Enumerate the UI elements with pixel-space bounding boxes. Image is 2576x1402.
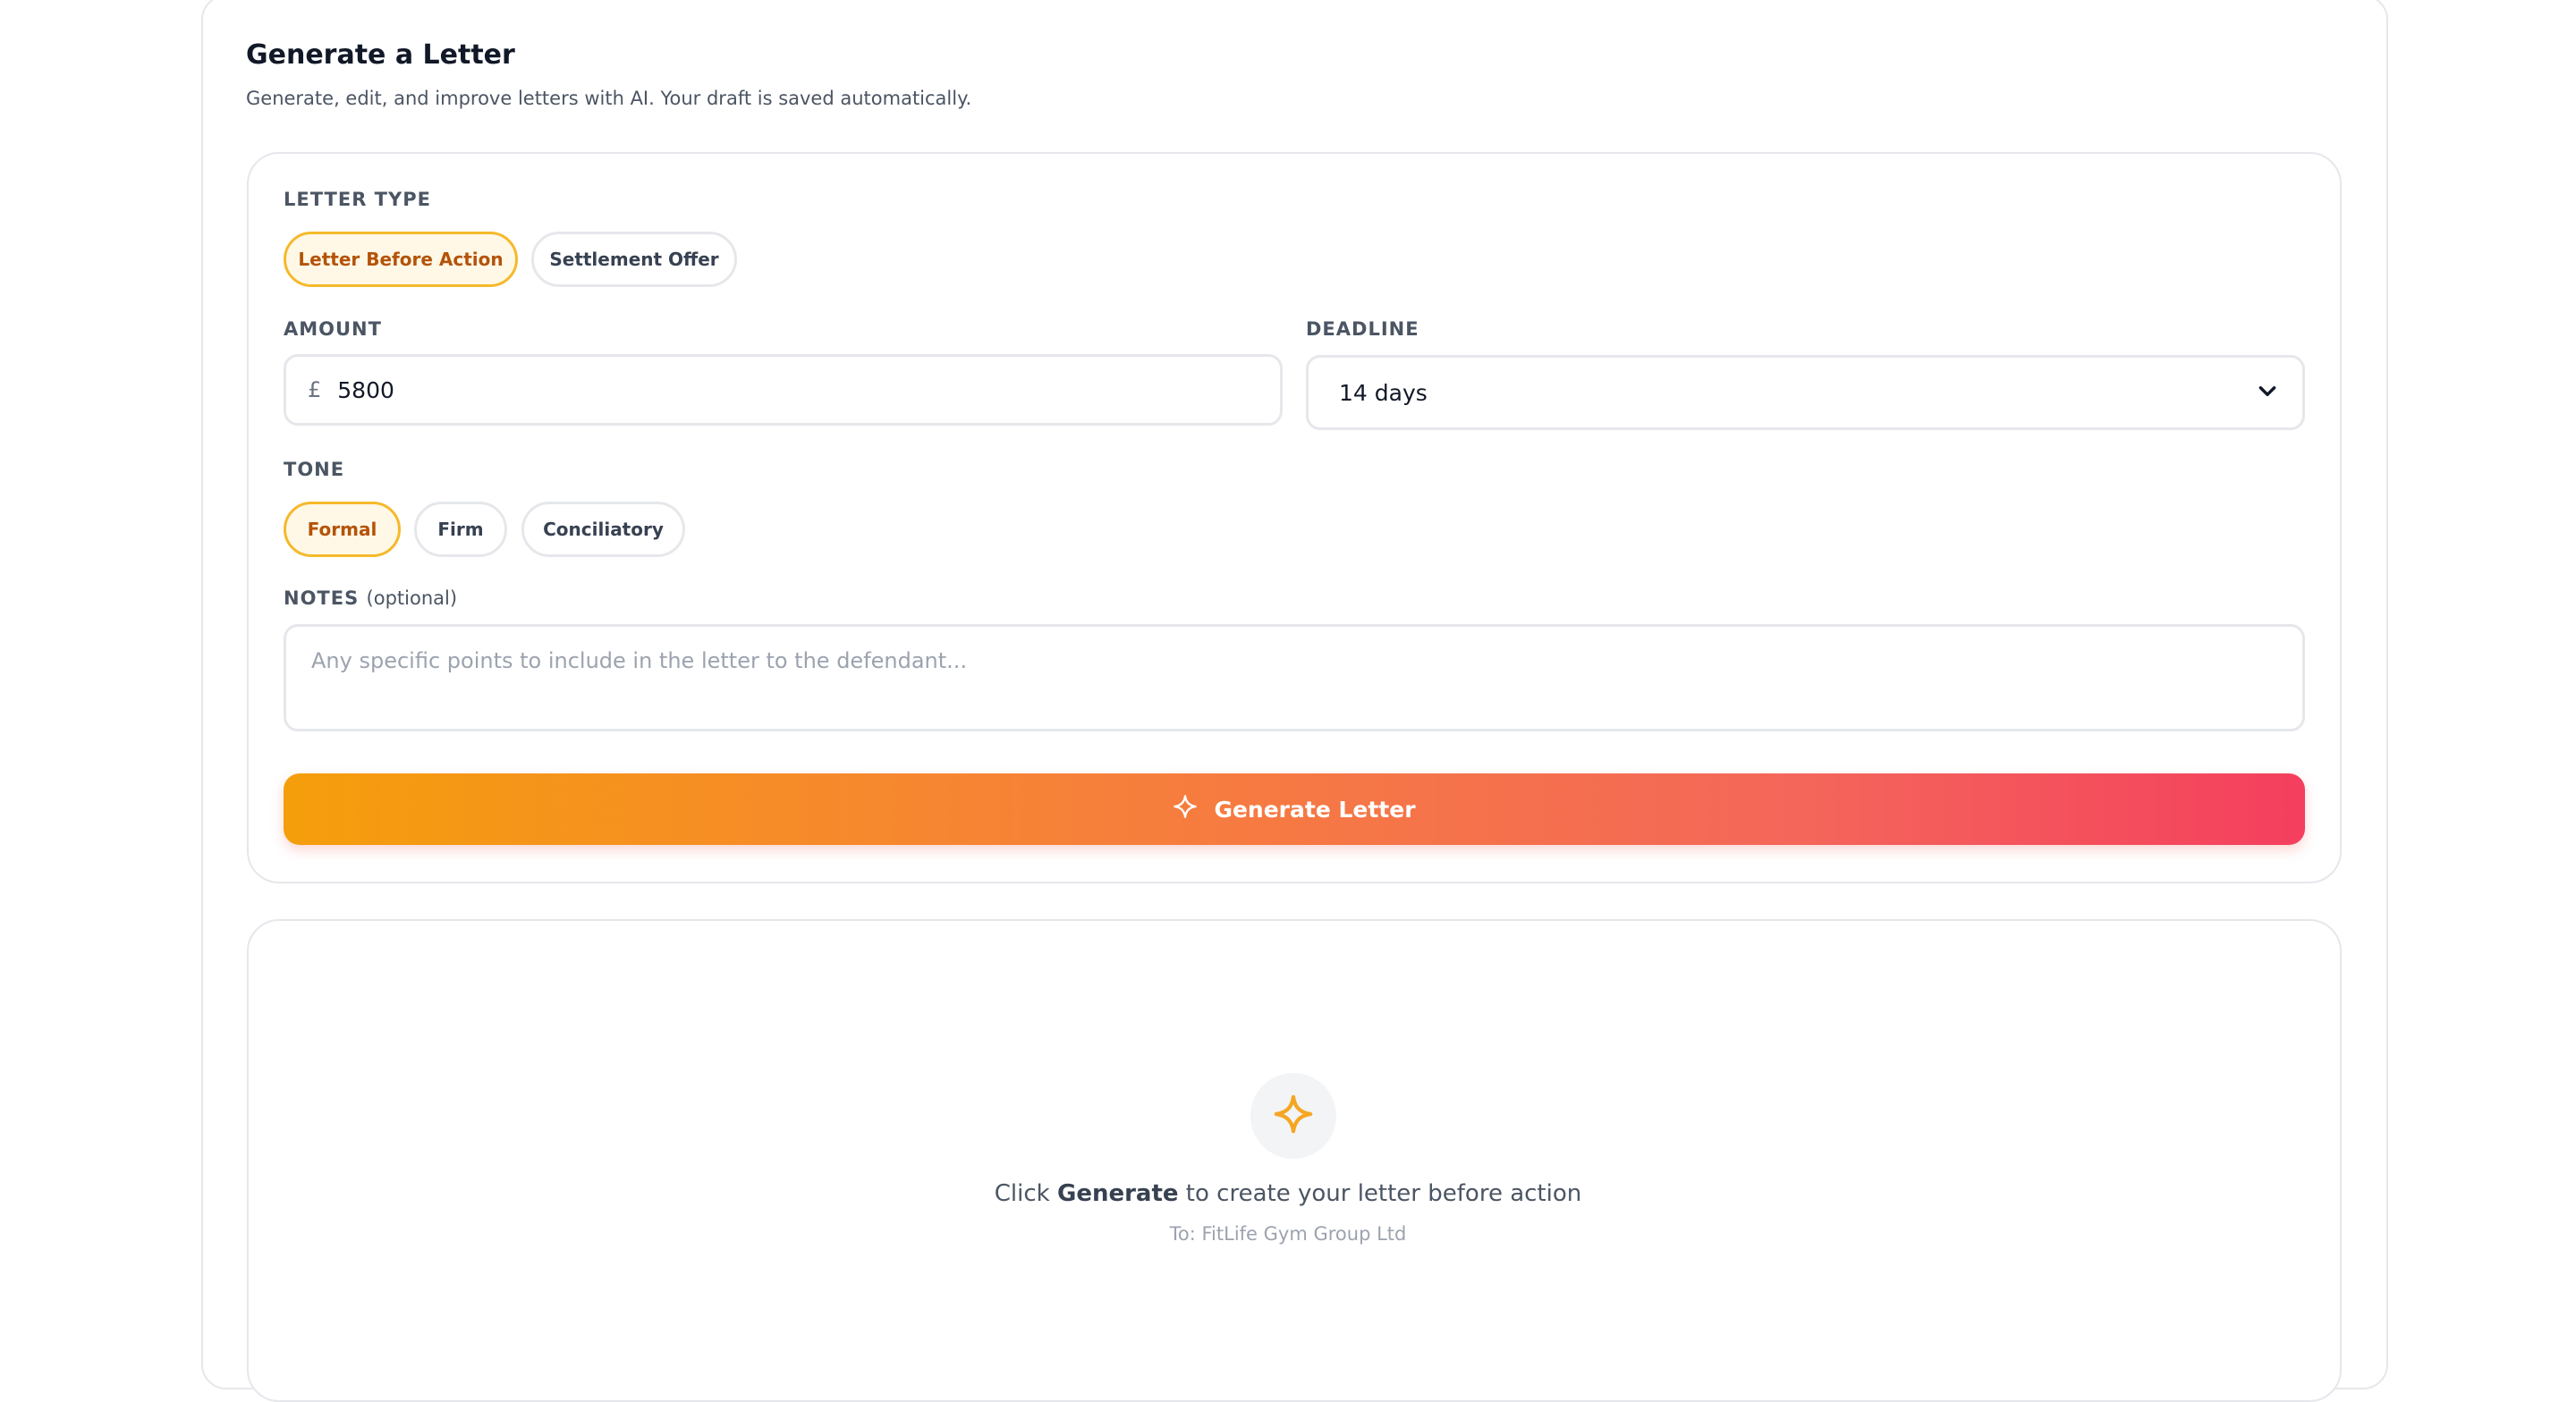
empty-state-emphasis: Generate bbox=[1056, 1180, 1179, 1207]
letter-type-option-settlement-offer[interactable]: Settlement Offer bbox=[531, 232, 737, 287]
chevron-down-icon bbox=[2256, 379, 2279, 406]
notes-label: NOTES (optional) bbox=[284, 587, 457, 609]
notes-field[interactable] bbox=[284, 624, 2305, 731]
tone-option-formal[interactable]: Formal bbox=[284, 502, 401, 557]
letter-preview-card bbox=[247, 919, 2342, 1402]
letter-type-label: LETTER TYPE bbox=[284, 189, 431, 210]
amount-field[interactable]: £ bbox=[284, 354, 1283, 426]
tone-option-firm[interactable]: Firm bbox=[414, 502, 507, 557]
tone-option-conciliatory[interactable]: Conciliatory bbox=[521, 502, 685, 557]
letter-type-option-letter-before-action[interactable]: Letter Before Action bbox=[284, 232, 518, 287]
empty-state-message: Click Generate to create your letter bef… bbox=[0, 1180, 2576, 1207]
deadline-selected-value: 14 days bbox=[1339, 379, 1428, 406]
amount-input[interactable] bbox=[335, 363, 1231, 417]
page-title: Generate a Letter bbox=[246, 39, 515, 71]
deadline-select[interactable]: 14 days bbox=[1306, 355, 2305, 430]
empty-state-prefix: Click bbox=[994, 1180, 1057, 1207]
notes-label-text: NOTES bbox=[284, 587, 360, 609]
sparkle-icon bbox=[1273, 1094, 1314, 1138]
notes-textarea[interactable] bbox=[309, 646, 2279, 709]
deadline-label: DEADLINE bbox=[1306, 318, 1419, 340]
empty-state-suffix: to create your letter before action bbox=[1178, 1180, 1582, 1207]
empty-state-badge bbox=[1250, 1073, 1336, 1159]
generate-letter-button[interactable]: Generate Letter bbox=[284, 773, 2305, 845]
page-subtitle: Generate, edit, and improve letters with… bbox=[246, 88, 972, 109]
amount-label: AMOUNT bbox=[284, 318, 382, 340]
tone-label: TONE bbox=[284, 459, 345, 480]
empty-state-recipient: To: FitLife Gym Group Ltd bbox=[1169, 1223, 1407, 1245]
generate-letter-label: Generate Letter bbox=[1214, 796, 1416, 823]
currency-symbol: £ bbox=[308, 377, 322, 402]
sparkle-icon bbox=[1173, 794, 1198, 824]
notes-optional-hint: (optional) bbox=[366, 587, 458, 609]
